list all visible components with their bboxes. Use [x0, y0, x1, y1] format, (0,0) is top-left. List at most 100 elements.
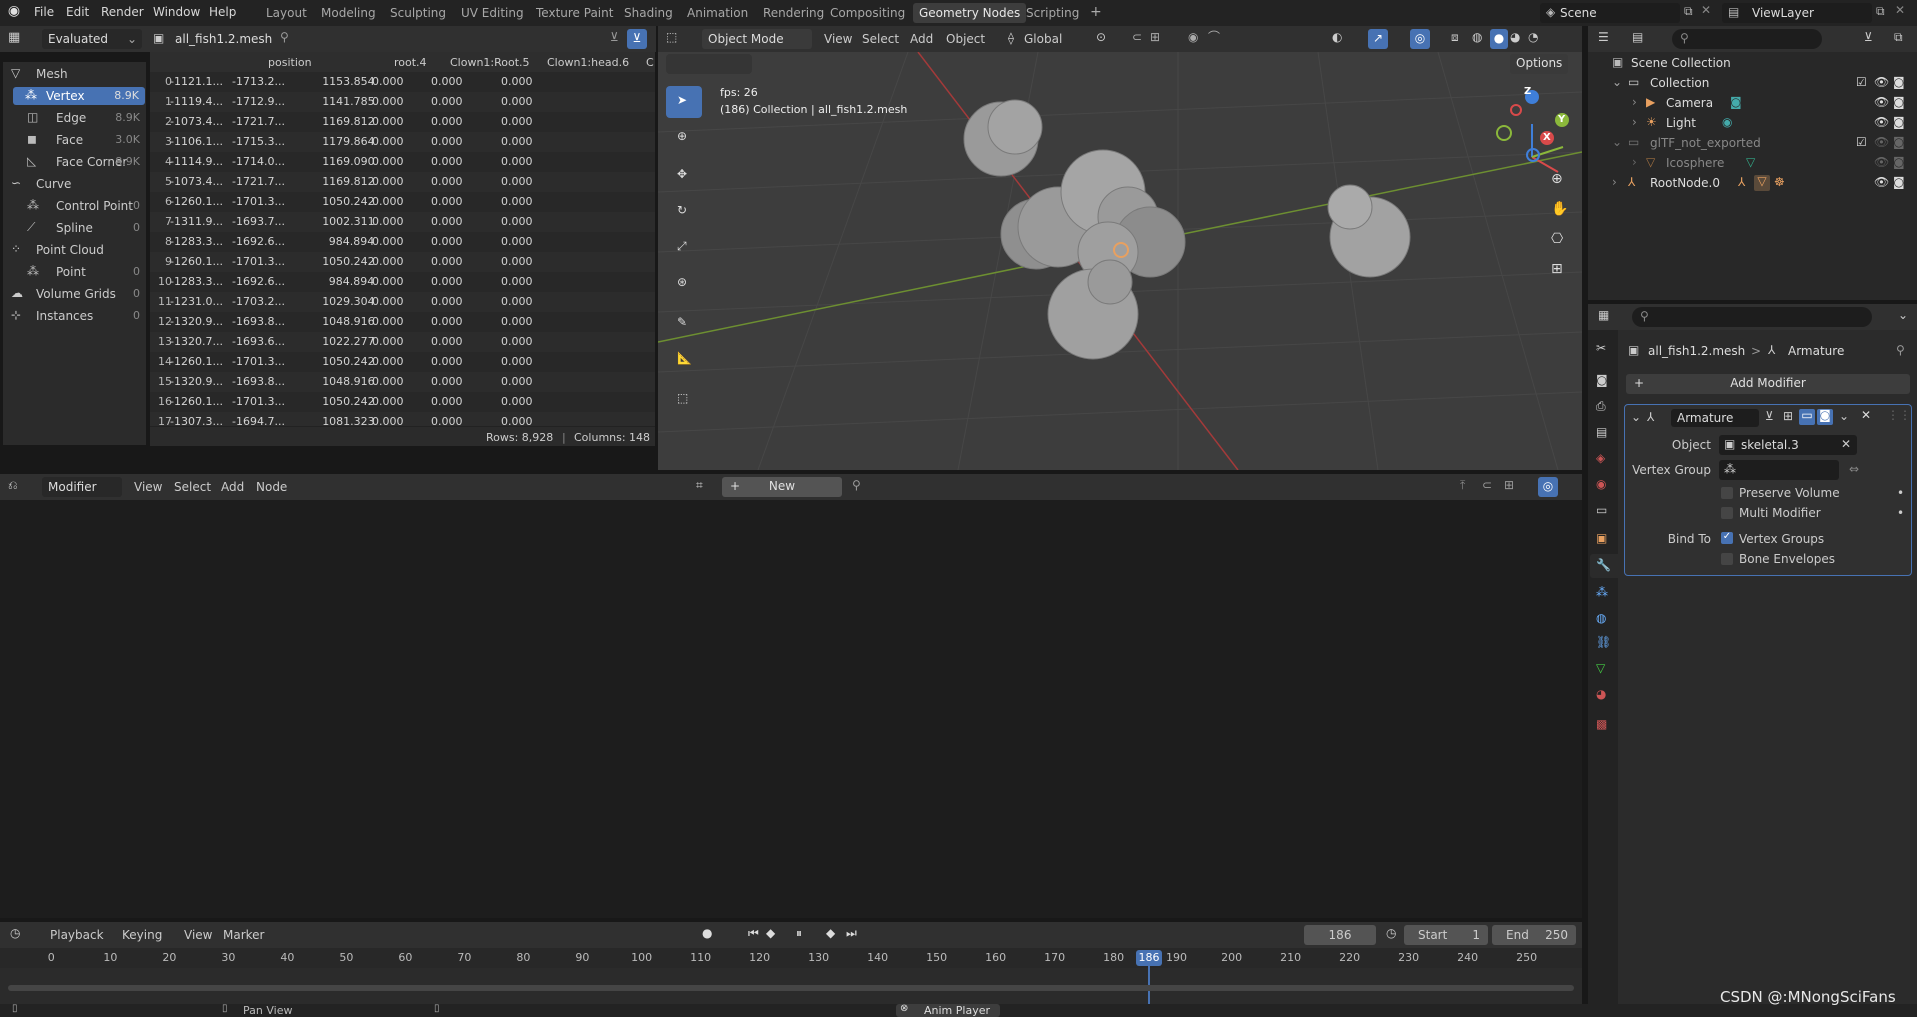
render-camera-icon[interactable]: ◙: [1893, 176, 1905, 188]
particles-tab-icon[interactable]: ⁂: [1596, 586, 1608, 598]
evaluation-mode-dropdown[interactable]: Evaluated ⌄: [42, 29, 142, 49]
keyframe-dot-icon[interactable]: •: [1897, 506, 1904, 520]
filter-icon[interactable]: ⊻: [1864, 31, 1873, 43]
expand-chevron-icon[interactable]: ›: [1632, 116, 1637, 128]
tab-layout[interactable]: Layout: [260, 3, 313, 23]
render-camera-icon[interactable]: ◙: [1893, 136, 1905, 148]
timeline-type-icon[interactable]: ◷: [10, 927, 20, 939]
blender-logo-icon[interactable]: ◉: [6, 4, 22, 20]
timeline[interactable]: ◷ Playback Keying View Marker ● ⏮ ◆ ⏸ ◆ …: [0, 922, 1582, 1004]
expand-chevron-icon[interactable]: ›: [1632, 96, 1637, 108]
node-editor-type-icon[interactable]: ⎌: [8, 479, 18, 491]
node-menu-add[interactable]: Add: [221, 480, 244, 494]
edit-mode-toggle-icon[interactable]: ⊻: [1765, 410, 1774, 422]
viewport-menu-select[interactable]: Select: [862, 32, 899, 46]
outliner-icosphere[interactable]: › ▽ Icosphere ▽ 👁 ◙: [1588, 153, 1917, 173]
tree-edge[interactable]: ◫ Edge 8.9K: [3, 109, 146, 127]
bone-envelopes-checkbox[interactable]: [1721, 553, 1733, 565]
column-header[interactable]: position: [268, 56, 312, 69]
menu-file[interactable]: File: [34, 5, 54, 19]
select-mode-group[interactable]: [666, 54, 752, 74]
start-frame-field[interactable]: Start 1: [1404, 925, 1488, 945]
properties-type-icon[interactable]: ▦: [1598, 309, 1609, 321]
tree-face-corner[interactable]: ◺ Face Corner 8.9K: [3, 153, 146, 171]
cancel-task-icon[interactable]: ⊗: [900, 1004, 908, 1014]
vertex-group-field[interactable]: ⁂: [1719, 460, 1839, 480]
add-modifier-button[interactable]: + Add Modifier: [1626, 374, 1910, 394]
outliner-collection[interactable]: ⌄ ▭ Collection ☑ 👁 ◙: [1588, 73, 1917, 93]
tree-control-point[interactable]: ⁂ Control Point 0: [3, 197, 146, 215]
output-tab-icon[interactable]: ⎙: [1596, 400, 1606, 412]
tree-curve[interactable]: ∽ Curve: [3, 175, 146, 193]
scale-tool[interactable]: ⤢: [666, 232, 702, 264]
eye-icon[interactable]: 👁: [1874, 176, 1889, 188]
expand-chevron-icon[interactable]: ⌄: [1612, 136, 1622, 148]
constraints-tab-icon[interactable]: ⛓: [1596, 636, 1611, 648]
outliner-scene-collection[interactable]: ▣ Scene Collection: [1588, 53, 1917, 73]
multi-modifier-checkbox[interactable]: [1721, 507, 1733, 519]
eye-icon[interactable]: 👁: [1874, 96, 1889, 108]
snap-icon[interactable]: ⊂: [1132, 31, 1142, 43]
menu-window[interactable]: Window: [153, 5, 200, 19]
eye-icon[interactable]: 👁: [1874, 136, 1889, 148]
column-header[interactable]: Clown1:head.6: [547, 56, 629, 69]
tab-rendering[interactable]: Rendering: [757, 3, 830, 23]
vertex-groups-checkbox[interactable]: ✓: [1721, 532, 1733, 544]
tab-sculpting[interactable]: Sculpting: [384, 3, 452, 23]
node-menu-node[interactable]: Node: [256, 480, 287, 494]
select-box-tool[interactable]: ➤: [666, 86, 702, 118]
tree-point[interactable]: ⁂ Point 0: [3, 263, 146, 281]
clock-icon[interactable]: ◷: [1386, 927, 1396, 939]
jump-end-icon[interactable]: ⏭: [846, 927, 857, 939]
timeline-menu-view[interactable]: View: [184, 928, 212, 942]
filter-icon[interactable]: ⊻: [610, 31, 619, 43]
outliner-rootnode[interactable]: › ⅄ RootNode.0 ⅄ ▽ ☸ 👁 ◙: [1588, 173, 1917, 193]
viewport-menu-add[interactable]: Add: [910, 32, 933, 46]
tree-spline[interactable]: ⟋ Spline 0: [3, 219, 146, 237]
transform-orientation-label[interactable]: Global: [1024, 32, 1062, 46]
tree-mesh[interactable]: ▽ Mesh: [3, 65, 146, 83]
timeline-menu-playback[interactable]: Playback: [50, 928, 104, 942]
preserve-volume-checkbox[interactable]: [1721, 487, 1733, 499]
node-menu-view[interactable]: View: [134, 480, 162, 494]
viewport-menu-view[interactable]: View: [824, 32, 852, 46]
modifier-tab-active[interactable]: 🔧: [1590, 554, 1618, 578]
cursor-tool[interactable]: ⊕: [666, 122, 702, 154]
delete-view-layer-icon[interactable]: ✕: [1895, 4, 1905, 16]
visibility-icon[interactable]: ◐: [1332, 31, 1342, 43]
scene-tab-icon[interactable]: ◈: [1596, 452, 1605, 464]
delete-scene-icon[interactable]: ✕: [1701, 4, 1711, 16]
invert-vertex-group-icon[interactable]: ⇔: [1849, 463, 1859, 475]
snap-target-icon[interactable]: ⊞: [1504, 479, 1514, 491]
wireframe-shading-icon[interactable]: ◍: [1472, 31, 1482, 43]
tab-uv-editing[interactable]: UV Editing: [455, 3, 530, 23]
pivot-icon[interactable]: ⊙: [1096, 31, 1106, 43]
clear-field-icon[interactable]: ✕: [1841, 438, 1851, 450]
tree-vertex[interactable]: ⁂ Vertex 8.9K: [13, 87, 145, 105]
timeline-scrollbar[interactable]: [8, 985, 1574, 991]
solid-shading-icon[interactable]: ●: [1490, 29, 1508, 49]
new-scene-icon[interactable]: ⧉: [1684, 5, 1693, 17]
view-layer-selector[interactable]: ▤ ViewLayer: [1722, 3, 1872, 23]
node-menu-select[interactable]: Select: [174, 480, 211, 494]
remove-modifier-icon[interactable]: ✕: [1861, 409, 1871, 421]
pin-icon[interactable]: ⚲: [1896, 344, 1905, 356]
pause-icon[interactable]: ⏸: [796, 927, 802, 939]
timeline-menu-marker[interactable]: Marker: [223, 928, 264, 942]
object-mode-dropdown[interactable]: Object Mode: [702, 29, 812, 49]
tree-volume-grids[interactable]: ☁ Volume Grids 0: [3, 285, 146, 303]
outliner-type-icon[interactable]: ☰: [1598, 31, 1609, 43]
tab-modeling[interactable]: Modeling: [315, 3, 382, 23]
camera-view-icon[interactable]: ⎔: [1551, 232, 1563, 246]
tab-animation[interactable]: Animation: [681, 3, 754, 23]
parent-node-tree-icon[interactable]: ⤒: [1460, 479, 1465, 491]
3d-viewport[interactable]: fps: 26 (186) Collection | all_fish1.2.m…: [658, 52, 1582, 470]
tab-shading[interactable]: Shading: [618, 3, 679, 23]
collapse-chevron-icon[interactable]: ⌄: [1631, 411, 1641, 423]
snap-target-icon[interactable]: ⊞: [1150, 31, 1160, 43]
drag-handle-icon[interactable]: ⋮⋮: [1887, 409, 1911, 421]
new-node-group-button[interactable]: + New: [722, 477, 842, 497]
view-layer-tab-icon[interactable]: ▤: [1596, 426, 1607, 438]
rendered-shading-icon[interactable]: ◔: [1528, 31, 1538, 43]
proportional-edit-icon[interactable]: ◉: [1188, 31, 1198, 43]
